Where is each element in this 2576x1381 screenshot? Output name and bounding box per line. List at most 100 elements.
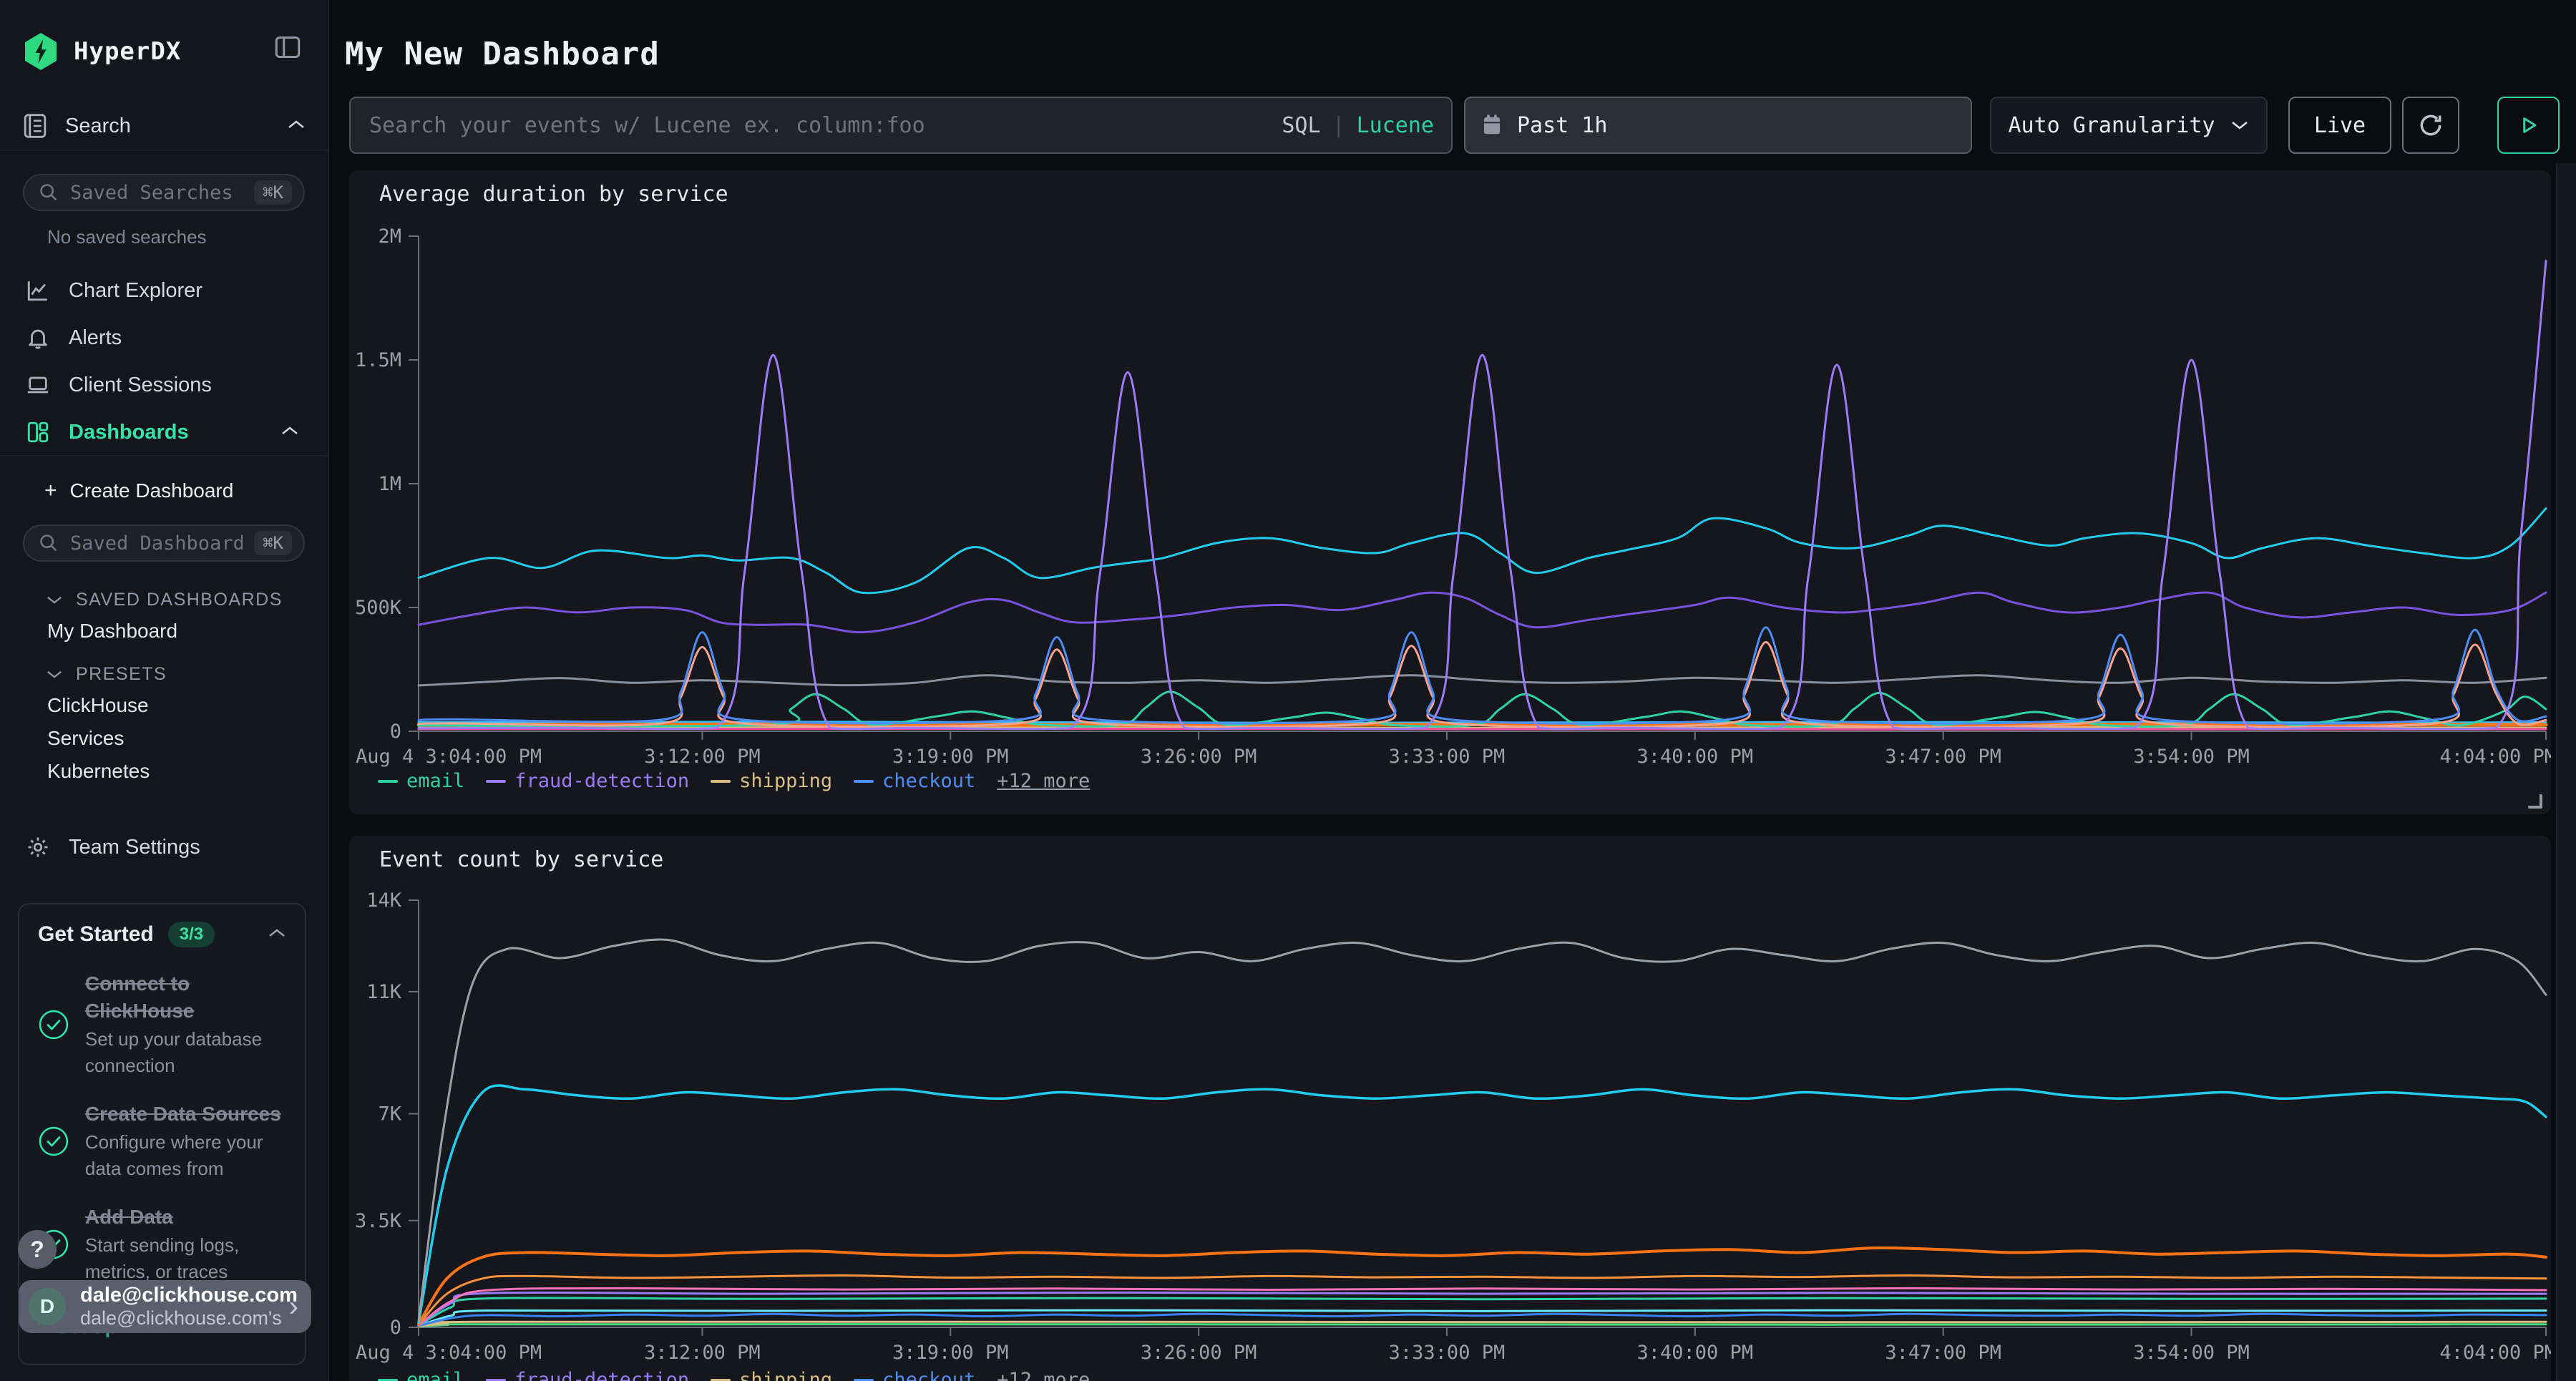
task-title: Connect to ClickHouse — [85, 970, 286, 1025]
saved-searches-input[interactable]: ⌘K — [23, 174, 305, 211]
section-header-label: SAVED DASHBOARDS — [76, 590, 283, 610]
svg-text:3:19:00 PM: 3:19:00 PM — [892, 746, 1009, 768]
create-dashboard-button[interactable]: + Create Dashboard — [0, 474, 328, 508]
get-started-item-sources[interactable]: Create Data Sources Configure where your… — [38, 1101, 286, 1182]
task-title: Create Data Sources — [85, 1101, 286, 1128]
sidebar-item-clickhouse[interactable]: ClickHouse — [47, 694, 149, 717]
svg-text:500K: 500K — [355, 597, 402, 619]
bell-icon — [26, 326, 50, 350]
sidebar-item-alerts[interactable]: Alerts — [0, 321, 328, 355]
get-started-item-connect[interactable]: Connect to ClickHouse Set up your databa… — [38, 970, 286, 1079]
svg-text:3:40:00 PM: 3:40:00 PM — [1637, 1342, 1754, 1364]
task-title: Add Data — [85, 1204, 286, 1231]
svg-text:3:26:00 PM: 3:26:00 PM — [1141, 1342, 1257, 1364]
sidebar-collapse-icon[interactable] — [275, 36, 301, 62]
svg-text:Aug 4 3:04:00 PM: Aug 4 3:04:00 PM — [356, 746, 542, 768]
svg-text:0: 0 — [390, 721, 401, 743]
svg-text:3:19:00 PM: 3:19:00 PM — [892, 1342, 1009, 1364]
play-icon — [2518, 114, 2540, 136]
legend-item-shipping[interactable]: shipping — [711, 770, 832, 792]
refresh-button[interactable] — [2402, 97, 2459, 154]
get-started-item-add-data[interactable]: Add Data Start sending logs, metrics, or… — [38, 1204, 286, 1285]
live-button[interactable]: Live — [2288, 97, 2391, 154]
laptop-icon — [26, 373, 50, 397]
logo[interactable]: HyperDX — [24, 33, 181, 70]
panel-resize-handle[interactable] — [2528, 794, 2542, 809]
search-section-icon — [24, 113, 47, 139]
svg-text:3:26:00 PM: 3:26:00 PM — [1141, 746, 1257, 768]
saved-dashboards-section-header[interactable]: SAVED DASHBOARDS — [46, 590, 283, 610]
check-circle-icon — [38, 1126, 69, 1157]
legend-more-link[interactable]: +12 more — [997, 1369, 1090, 1381]
svg-text:3:47:00 PM: 3:47:00 PM — [1885, 746, 2001, 768]
time-range-picker[interactable]: Past 1h — [1464, 97, 1972, 154]
shortcut-badge: ⌘K — [254, 531, 292, 555]
dashboards-icon — [26, 420, 50, 444]
chart-panel-avg-duration: Average duration by service 2M1.5M1M500K… — [349, 170, 2551, 814]
search-icon — [39, 533, 59, 553]
sidebar-item-services[interactable]: Services — [47, 727, 124, 750]
chevron-up-icon[interactable] — [268, 927, 286, 942]
svg-text:11K: 11K — [366, 981, 402, 1003]
svg-text:1M: 1M — [378, 473, 401, 495]
chevron-down-icon — [46, 595, 63, 605]
sidebar-item-label: Dashboards — [69, 421, 189, 444]
svg-text:Aug 4 3:04:00 PM: Aug 4 3:04:00 PM — [356, 1342, 542, 1364]
sidebar-item-label: Chart Explorer — [69, 279, 203, 303]
sidebar-item-kubernetes[interactable]: Kubernetes — [47, 760, 150, 783]
sidebar-item-my-dashboard[interactable]: My Dashboard — [47, 620, 177, 643]
task-desc: Set up your database connection — [85, 1026, 286, 1079]
run-query-button[interactable] — [2497, 97, 2560, 154]
saved-dashboards-input[interactable]: ⌘K — [23, 524, 305, 562]
help-button[interactable]: ? — [18, 1230, 57, 1269]
svg-text:7K: 7K — [378, 1103, 401, 1126]
chevron-down-icon — [2230, 119, 2249, 131]
user-menu[interactable]: D dale@clickhouse.com dale@clickhouse.co… — [19, 1280, 311, 1333]
task-desc: Configure where your data comes from — [85, 1129, 286, 1182]
legend-item-email[interactable]: email — [378, 770, 464, 792]
legend-item-fraud-detection[interactable]: fraud-detection — [486, 770, 689, 792]
event-search-input[interactable]: SQL | Lucene — [349, 97, 1453, 154]
svg-text:2M: 2M — [378, 225, 401, 248]
search-section-header[interactable]: Search — [24, 113, 306, 139]
sidebar-item-label: Alerts — [69, 326, 122, 350]
sidebar-item-chart-explorer[interactable]: Chart Explorer — [0, 273, 328, 308]
legend-item-checkout[interactable]: checkout — [854, 770, 975, 792]
legend-item-shipping[interactable]: shipping — [711, 1369, 832, 1381]
language-separator: | — [1332, 113, 1345, 138]
sidebar-item-team-settings[interactable]: Team Settings — [0, 830, 328, 864]
language-toggle-sql[interactable]: SQL — [1282, 113, 1320, 138]
svg-text:3:40:00 PM: 3:40:00 PM — [1637, 746, 1754, 768]
section-header-label: PRESETS — [76, 664, 167, 685]
avg-duration-chart[interactable]: 2M1.5M1M500K0Aug 4 3:04:00 PM3:12:00 PM3… — [349, 170, 2551, 814]
svg-text:0: 0 — [390, 1317, 401, 1339]
logo-text: HyperDX — [74, 37, 181, 66]
scrollbar-track[interactable] — [2556, 163, 2576, 1381]
legend-item-fraud-detection[interactable]: fraud-detection — [486, 1369, 689, 1381]
sidebar-item-client-sessions[interactable]: Client Sessions — [0, 368, 328, 402]
presets-section-header[interactable]: PRESETS — [46, 664, 167, 685]
chevron-right-icon: › — [289, 1292, 298, 1321]
event-count-chart[interactable]: 14K11K7K3.5K0Aug 4 3:04:00 PM3:12:00 PM3… — [349, 836, 2551, 1381]
granularity-value: Auto Granularity — [2009, 113, 2215, 138]
sidebar-item-dashboards[interactable]: Dashboards — [0, 415, 328, 449]
plus-icon: + — [44, 479, 57, 503]
chart-legend: email fraud-detection shipping checkout … — [378, 770, 1090, 792]
legend-item-email[interactable]: email — [378, 1369, 464, 1381]
granularity-select[interactable]: Auto Granularity — [1990, 97, 2268, 154]
sidebar-item-label: Team Settings — [69, 836, 200, 859]
legend-item-checkout[interactable]: checkout — [854, 1369, 975, 1381]
legend-more-link[interactable]: +12 more — [997, 770, 1090, 792]
divider — [0, 455, 328, 457]
sidebar-item-label: Client Sessions — [69, 374, 212, 397]
main-content: My New Dashboard SQL | Lucene Past 1h Au… — [329, 0, 2576, 1381]
svg-text:14K: 14K — [366, 889, 402, 912]
language-toggle-lucene[interactable]: Lucene — [1357, 113, 1434, 138]
create-dashboard-label: Create Dashboard — [70, 479, 234, 502]
chart-legend: email fraud-detection shipping checkout … — [378, 1369, 1090, 1381]
question-mark-icon: ? — [30, 1236, 44, 1263]
svg-text:4:04:00 PM: 4:04:00 PM — [2439, 1342, 2551, 1364]
live-button-label: Live — [2314, 113, 2366, 138]
get-started-progress-badge: 3/3 — [168, 922, 215, 947]
chevron-down-icon — [46, 669, 63, 680]
